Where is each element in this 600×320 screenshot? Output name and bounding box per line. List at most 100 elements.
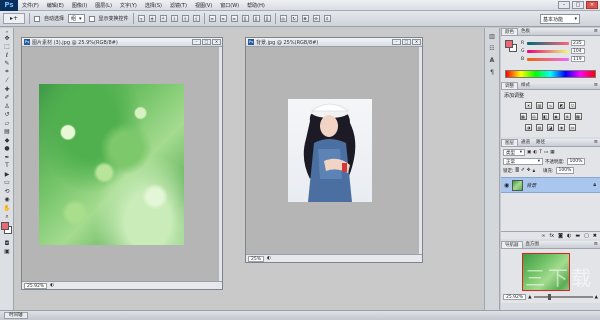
threshold-icon[interactable]: ◪ [547,124,554,131]
zoom-tool-icon[interactable]: ⌕ [1,213,13,222]
filter-shape-icon[interactable]: ▭ [544,150,548,155]
lock-transparent-icon[interactable]: ▒ [516,168,519,173]
fill-input[interactable]: 100% [555,167,574,174]
zoom-level[interactable]: 25% [248,255,265,262]
menu-image[interactable]: 图像(I) [68,2,91,9]
3d-mode-icon[interactable]: ◎ [279,15,287,22]
menu-type[interactable]: 文字(Y) [116,2,141,9]
3d-slide-icon[interactable]: ⇕ [323,15,331,22]
trash-icon[interactable]: ✖ [593,233,597,239]
auto-select-target-dropdown[interactable]: 组 ▾ [68,14,85,23]
link-layers-icon[interactable]: ∞ [541,233,545,239]
tab-swatches[interactable]: 色板 [518,28,533,35]
doc-close-button[interactable]: ✕ [212,39,221,45]
doc-close-button[interactable]: ✕ [412,39,421,45]
lock-all-icon[interactable]: 🔒︎ [533,168,535,174]
3d-rotate-icon[interactable]: ↻ [290,15,298,22]
tab-timeline[interactable]: 时间轴 [4,312,28,319]
align-hcenter-icon[interactable]: ┼ [181,15,189,22]
eyedropper-tool-icon[interactable]: ⁄ [1,77,13,86]
menu-file[interactable]: 文件(F) [18,2,43,9]
invert-icon[interactable]: ◑ [525,124,532,131]
marquee-tool-icon[interactable]: ⬚ [1,43,13,52]
panel-menu-icon[interactable]: ≡ [594,241,598,247]
brightness-contrast-icon[interactable]: ☀ [525,102,532,109]
tab-paths[interactable]: 路径 [533,139,548,146]
distribute-hcenter-icon[interactable]: ‖ [252,15,260,22]
gradient-map-icon[interactable]: ▭ [569,124,576,131]
levels-icon[interactable]: ▥ [536,102,543,109]
menu-help[interactable]: 帮助(H) [243,2,269,9]
lock-pixels-icon[interactable]: ✐ [521,168,525,173]
lock-position-icon[interactable]: ✥ [527,168,531,173]
color-balance-icon[interactable]: ⚖ [530,113,538,120]
color-spectrum-bar[interactable] [505,70,596,78]
filter-type-icon[interactable]: T [539,150,542,155]
tab-color[interactable]: 颜色 [501,28,518,35]
screen-mode-icon[interactable]: ▣ [1,248,13,257]
zoom-level[interactable]: 25.92% [24,282,48,289]
menu-view[interactable]: 视图(V) [191,2,216,9]
add-mask-icon[interactable]: ◙ [558,233,563,239]
slider-r-track[interactable] [527,41,569,45]
posterize-icon[interactable]: ▤ [536,124,543,131]
hand-tool-icon[interactable]: ✋ [1,204,13,213]
healing-brush-tool-icon[interactable]: ✚ [1,85,13,94]
tab-layers[interactable]: 图层 [501,139,518,146]
3d-roll-icon[interactable]: ✥ [301,15,309,22]
navigator-zoom-slider[interactable] [533,294,593,300]
align-left-icon[interactable]: ├ [170,15,178,22]
tab-histogram[interactable]: 直方图 [523,241,543,248]
hue-saturation-icon[interactable]: ▦ [519,113,527,120]
color-lookup-icon[interactable]: ▩ [574,113,582,120]
filter-pixel-icon[interactable]: ▣ [527,150,531,155]
dodge-tool-icon[interactable]: ● [1,145,13,154]
workspace-switcher[interactable]: 基本功能 ▾ [540,14,580,24]
move-tool-icon[interactable]: ✥ [1,34,13,43]
panel-menu-icon[interactable]: ≡ [594,82,598,88]
doc-maximize-button[interactable]: □ [402,39,411,45]
status-info-icon[interactable]: ◐ [50,283,54,288]
3d-camera-tool-icon[interactable]: ◉ [1,196,13,205]
panel-menu-icon[interactable]: ≡ [594,28,598,34]
maximize-button[interactable]: □ [572,1,584,9]
align-vcenter-icon[interactable]: ╪ [148,15,156,22]
close-button[interactable]: ✕ [586,1,598,9]
zoom-in-icon[interactable]: ▲ [595,295,598,300]
tool-preset-picker[interactable]: ▸+ [3,13,25,24]
filter-adjust-icon[interactable]: ◐ [533,150,537,155]
slider-b-value[interactable]: 119 [571,56,585,62]
eraser-tool-icon[interactable]: ▱ [1,119,13,128]
channel-mixer-icon[interactable]: ⊕ [563,113,571,120]
distribute-right-icon[interactable]: ‖ [263,15,271,22]
vibrance-icon[interactable]: ▽ [569,102,576,109]
new-layer-icon[interactable]: ▢ [584,233,589,239]
new-group-icon[interactable]: ▬ [575,233,580,239]
vertical-scrollbar[interactable] [418,47,422,254]
doc-maximize-button[interactable]: □ [202,39,211,45]
canvas-image-portrait[interactable] [288,99,372,202]
panel-menu-icon[interactable]: ≡ [594,139,598,145]
doc-minimize-button[interactable]: – [392,39,401,45]
distribute-left-icon[interactable]: ‖ [241,15,249,22]
slider-b-track[interactable] [527,57,569,61]
slider-g-value[interactable]: 104 [571,48,585,54]
pen-tool-icon[interactable]: ✒ [1,153,13,162]
opacity-input[interactable]: 100% [566,158,585,165]
slider-r-value[interactable]: 235 [571,40,585,46]
new-adjustment-icon[interactable]: ◐ [567,233,571,239]
fg-color-preview[interactable] [505,40,513,48]
distribute-bottom-icon[interactable]: ≡ [230,15,238,22]
auto-select-checkbox[interactable] [34,15,40,22]
tab-adjustments[interactable]: 调整 [501,82,518,89]
menu-layer[interactable]: 图层(L) [91,2,116,9]
slider-g-track[interactable] [527,49,569,53]
clone-stamp-tool-icon[interactable]: ♙ [1,102,13,111]
curves-icon[interactable]: ∿ [547,102,554,109]
crop-tool-icon[interactable]: ⌗ [1,68,13,77]
show-transform-checkbox[interactable] [88,15,95,22]
quick-select-tool-icon[interactable]: ✎ [1,60,13,69]
menu-select[interactable]: 选择(S) [141,2,166,9]
document-title-bar[interactable]: Ps 背景.jpg @ 25%(RGB/8#) – □ ✕ [246,38,422,47]
menu-edit[interactable]: 编辑(E) [43,2,68,9]
